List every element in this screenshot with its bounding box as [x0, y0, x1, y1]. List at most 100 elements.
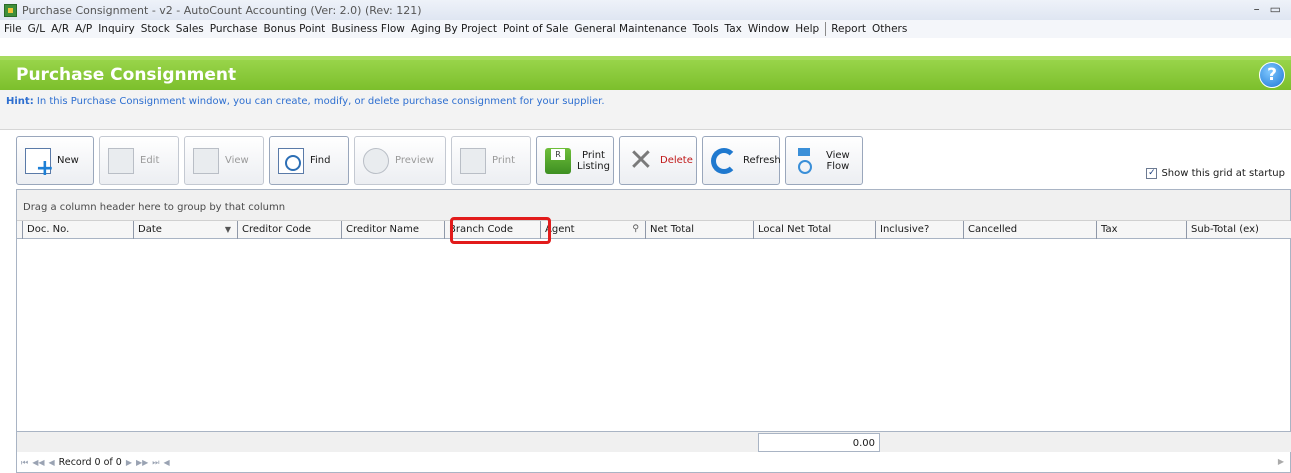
print-listing-label: Print Listing — [577, 150, 610, 172]
new-label: New — [57, 155, 79, 166]
menu-others[interactable]: Others — [872, 23, 907, 35]
preview-icon — [363, 147, 389, 174]
view-flow-label: View Flow — [826, 150, 850, 172]
summary-footer: 0.00 — [17, 431, 1291, 452]
menu-separator — [825, 22, 827, 36]
edit-label: Edit — [140, 155, 160, 166]
column-creditor-code[interactable]: Creditor Code — [238, 221, 342, 239]
column-cancelled[interactable]: Cancelled — [964, 221, 1097, 239]
record-navigator: ⏮ ◀◀ ◀ Record 0 of 0 ▶ ▶▶ ⏭ ◀ ▶ — [17, 453, 1291, 472]
column-inclusive[interactable]: Inclusive? — [876, 221, 964, 239]
print-listing-button[interactable]: Print Listing — [536, 136, 614, 185]
first-record-icon[interactable]: ⏮ — [21, 458, 28, 468]
view-flow-label-line2: Flow — [826, 160, 850, 172]
show-grid-option: ✓ Show this grid at startup — [1146, 168, 1285, 179]
find-label: Find — [310, 155, 331, 166]
minimize-button[interactable]: – — [1254, 2, 1260, 16]
menu-sales[interactable]: Sales — [176, 23, 204, 35]
print-listing-label-line2: Listing — [577, 160, 610, 172]
column-tax[interactable]: Tax — [1097, 221, 1187, 239]
delete-x-icon: ✕ — [628, 142, 654, 178]
column-date[interactable]: Date ▼ — [134, 221, 238, 239]
maximize-button[interactable]: ▭ — [1270, 2, 1281, 16]
print-label: Print — [492, 155, 516, 166]
view-document-icon — [193, 147, 219, 174]
menu-tools[interactable]: Tools — [693, 23, 719, 35]
edit-button[interactable]: Edit — [99, 136, 179, 185]
app-icon — [4, 3, 17, 17]
delete-label: Delete — [660, 155, 693, 166]
menu-ar[interactable]: A/R — [51, 23, 69, 35]
help-icon[interactable]: ? — [1259, 62, 1285, 88]
menu-purchase[interactable]: Purchase — [210, 23, 258, 35]
find-icon — [278, 147, 304, 174]
window-title: Purchase Consignment - v2 - AutoCount Ac… — [22, 3, 422, 17]
page-title: Purchase Consignment — [16, 65, 237, 85]
menu-business-flow[interactable]: Business Flow — [331, 23, 405, 35]
menu-bonus-point[interactable]: Bonus Point — [263, 23, 325, 35]
menu-help[interactable]: Help — [795, 23, 819, 35]
view-label: View — [225, 155, 249, 166]
refresh-label: Refresh — [743, 155, 781, 166]
sort-descending-icon: ▼ — [224, 225, 231, 234]
record-count: Record 0 of 0 — [58, 457, 122, 468]
group-by-panel[interactable]: Drag a column header here to group by th… — [17, 190, 1290, 221]
show-grid-checkbox[interactable]: ✓ — [1146, 168, 1158, 179]
title-bar: Purchase Consignment - v2 - AutoCount Ac… — [0, 0, 1291, 20]
previous-page-icon[interactable]: ◀◀ — [32, 458, 44, 467]
view-flow-button[interactable]: View Flow — [785, 136, 863, 185]
print-listing-icon — [545, 147, 571, 174]
local-net-total-summary: 0.00 — [758, 433, 880, 452]
menu-window[interactable]: Window — [748, 23, 789, 35]
column-date-label: Date — [138, 224, 162, 235]
filter-icon[interactable]: ⚲ — [632, 224, 639, 234]
find-button[interactable]: Find — [269, 136, 349, 185]
menu-file[interactable]: File — [4, 23, 22, 35]
menu-point-of-sale[interactable]: Point of Sale — [503, 23, 568, 35]
highlight-box — [450, 217, 551, 244]
new-document-icon — [25, 147, 54, 181]
menu-tax[interactable]: Tax — [725, 23, 742, 35]
view-flow-label-line1: View — [826, 149, 850, 161]
window-controls: – ▭ — [1254, 2, 1281, 16]
refresh-icon — [711, 147, 737, 174]
print-listing-label-line1: Print — [581, 149, 605, 161]
next-page-icon[interactable]: ▶▶ — [136, 458, 148, 467]
column-header-row: Doc. No. Date ▼ Creditor Code Creditor N… — [17, 221, 1291, 239]
next-record-icon[interactable]: ▶ — [126, 458, 132, 467]
hint-panel: Hint: In this Purchase Consignment windo… — [0, 90, 1291, 130]
toolbar: New Edit View Find Preview Print Print L… — [16, 136, 863, 186]
menu-gl[interactable]: G/L — [28, 23, 46, 35]
scroll-left-icon[interactable]: ◀ — [163, 458, 169, 467]
printer-icon — [460, 147, 486, 174]
menu-stock[interactable]: Stock — [141, 23, 170, 35]
column-net-total[interactable]: Net Total — [646, 221, 754, 239]
column-creditor-name[interactable]: Creditor Name — [342, 221, 445, 239]
page-header: Purchase Consignment ? — [0, 60, 1291, 90]
refresh-button[interactable]: Refresh — [702, 136, 781, 185]
preview-button[interactable]: Preview — [354, 136, 446, 185]
delete-button[interactable]: ✕ Delete — [619, 136, 697, 185]
print-button[interactable]: Print — [451, 136, 531, 185]
menu-report[interactable]: Report — [831, 23, 866, 35]
column-local-net-total[interactable]: Local Net Total — [754, 221, 876, 239]
hint-label: Hint: — [6, 96, 34, 107]
column-sub-total-ex[interactable]: Sub-Total (ex) — [1187, 221, 1290, 239]
column-agent[interactable]: Agent ⚲ — [541, 221, 646, 239]
last-record-icon[interactable]: ⏭ — [152, 458, 159, 468]
new-button[interactable]: New — [16, 136, 94, 185]
preview-label: Preview — [395, 155, 434, 166]
flow-chart-icon — [794, 147, 820, 174]
menu-ap[interactable]: A/P — [75, 23, 92, 35]
menu-inquiry[interactable]: Inquiry — [98, 23, 135, 35]
menu-general-maintenance[interactable]: General Maintenance — [574, 23, 686, 35]
column-doc-no[interactable]: Doc. No. — [23, 221, 134, 239]
menu-bar: File G/L A/R A/P Inquiry Stock Sales Pur… — [0, 20, 1291, 38]
view-button[interactable]: View — [184, 136, 264, 185]
hint-text: In this Purchase Consignment window, you… — [33, 96, 605, 107]
edit-icon — [108, 147, 134, 174]
consignment-grid: Drag a column header here to group by th… — [16, 189, 1291, 473]
previous-record-icon[interactable]: ◀ — [49, 458, 55, 467]
scroll-right-icon[interactable]: ▶ — [1278, 457, 1284, 466]
menu-aging-by-project[interactable]: Aging By Project — [411, 23, 497, 35]
